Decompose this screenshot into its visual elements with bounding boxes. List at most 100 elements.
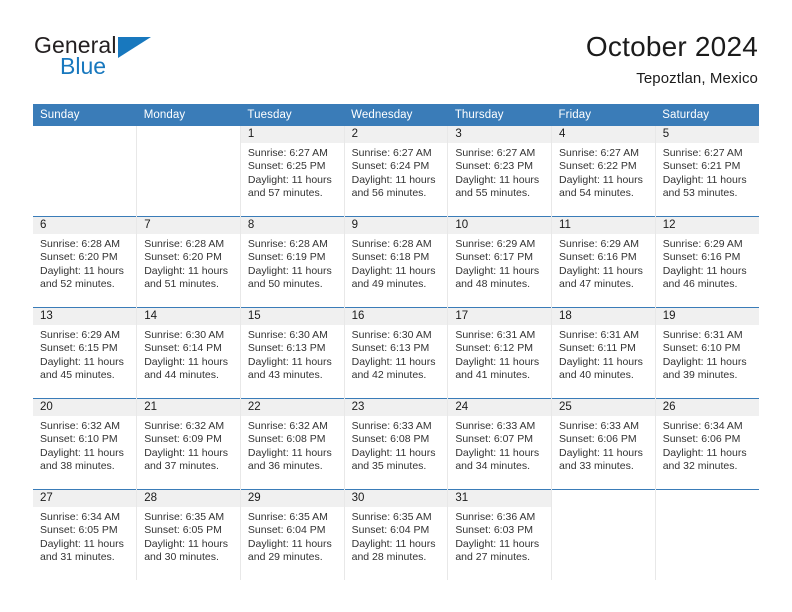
calendar-day-cell[interactable]: 27 Sunrise: 6:34 AM Sunset: 6:05 PM Dayligh… (33, 489, 138, 580)
title-block: October 2024 Tepoztlan, Mexico (586, 28, 758, 90)
day-detail-line: Sunset: 6:04 PM (351, 524, 430, 537)
day-details: Sunrise: 6:33 AM Sunset: 6:08 PM Daylight:… (345, 416, 448, 474)
day-detail-line: Sunset: 6:16 PM (662, 251, 741, 264)
calendar-week-row: 6 Sunrise: 6:28 AM Sunset: 6:20 PM Daylight… (33, 216, 759, 308)
calendar-day-cell[interactable]: 22 Sunrise: 6:32 AM Sunset: 6:08 PM Dayligh… (240, 398, 345, 490)
day-detail-line: Sunset: 6:13 PM (247, 342, 326, 355)
day-details: Sunrise: 6:30 AM Sunset: 6:14 PM Daylight:… (137, 325, 240, 383)
calendar-day-cell[interactable]: 9 Sunrise: 6:28 AM Sunset: 6:18 PM Daylight… (344, 216, 449, 308)
calendar-day-cell[interactable]: 12 Sunrise: 6:29 AM Sunset: 6:16 PM Dayligh… (655, 216, 759, 308)
calendar-empty-cell (655, 489, 759, 580)
day-details: Sunrise: 6:29 AM Sunset: 6:16 PM Daylight:… (656, 234, 759, 292)
day-details: Sunrise: 6:29 AM Sunset: 6:15 PM Daylight:… (33, 325, 136, 383)
triangle-icon (118, 37, 151, 58)
day-detail-line: Sunrise: 6:27 AM (662, 147, 743, 159)
day-detail-line: Sunrise: 6:28 AM (351, 238, 432, 250)
day-details: Sunrise: 6:33 AM Sunset: 6:06 PM Daylight:… (552, 416, 655, 474)
calendar-day-cell[interactable]: 26 Sunrise: 6:34 AM Sunset: 6:06 PM Dayligh… (655, 398, 759, 490)
day-detail-line: Sunset: 6:23 PM (455, 160, 533, 173)
day-detail-line: Sunrise: 6:33 AM (559, 420, 639, 432)
calendar-day-cell[interactable]: 20 Sunrise: 6:32 AM Sunset: 6:10 PM Dayligh… (33, 398, 138, 490)
day-detail-line: Sunset: 6:08 PM (351, 433, 430, 446)
day-detail-line: Sunrise: 6:34 AM (40, 511, 120, 523)
day-details: Sunrise: 6:28 AM Sunset: 6:18 PM Daylight:… (345, 234, 448, 292)
day-detail-line: Daylight: 11 hours (351, 446, 436, 459)
day-detail-line: Sunrise: 6:27 AM (559, 147, 639, 159)
calendar-day-cell[interactable]: 29 Sunrise: 6:35 AM Sunset: 6:04 PM Dayligh… (240, 489, 345, 580)
day-detail-line: Sunrise: 6:27 AM (247, 147, 328, 159)
day-details: Sunrise: 6:33 AM Sunset: 6:07 PM Daylight:… (448, 416, 551, 474)
calendar-day-cell[interactable]: 3 Sunrise: 6:27 AM Sunset: 6:23 PM Daylight… (447, 126, 553, 217)
calendar-day-cell[interactable]: 6 Sunrise: 6:28 AM Sunset: 6:20 PM Daylight… (33, 216, 138, 308)
day-details: Sunrise: 6:29 AM Sunset: 6:17 PM Daylight:… (448, 234, 551, 292)
calendar-day-cell[interactable]: 25 Sunrise: 6:33 AM Sunset: 6:06 PM Dayligh… (551, 398, 656, 490)
day-detail-line: Sunset: 6:20 PM (144, 251, 222, 264)
day-detail-line: Sunset: 6:10 PM (40, 433, 118, 446)
calendar-day-cell[interactable]: 23 Sunrise: 6:33 AM Sunset: 6:08 PM Dayligh… (344, 398, 449, 490)
day-detail-line: Daylight: 11 hours (144, 355, 229, 368)
calendar-day-cell[interactable]: 19 Sunrise: 6:31 AM Sunset: 6:10 PM Dayligh… (655, 307, 759, 399)
day-number: 26 (655, 399, 759, 416)
day-detail-line: Sunset: 6:11 PM (559, 342, 636, 355)
day-detail-line: and 48 minutes. (455, 278, 531, 291)
day-number: 11 (552, 217, 655, 234)
day-details: Sunrise: 6:32 AM Sunset: 6:08 PM Daylight:… (241, 416, 344, 474)
day-details: Sunrise: 6:27 AM Sunset: 6:24 PM Daylight:… (345, 143, 448, 201)
weekday-header-wednesday: Wednesday (344, 104, 448, 126)
day-number (33, 126, 137, 143)
calendar-day-cell[interactable]: 16 Sunrise: 6:30 AM Sunset: 6:13 PM Dayligh… (344, 307, 449, 399)
day-number: 25 (552, 399, 655, 416)
calendar-body: 1 Sunrise: 6:27 AM Sunset: 6:25 PM Daylight… (33, 126, 759, 580)
day-detail-line: Sunset: 6:22 PM (559, 160, 637, 173)
day-details: Sunrise: 6:27 AM Sunset: 6:23 PM Daylight:… (448, 143, 551, 201)
calendar-day-cell[interactable]: 7 Sunrise: 6:28 AM Sunset: 6:20 PM Daylight… (136, 216, 241, 308)
day-detail-line: and 57 minutes. (247, 187, 323, 200)
calendar-day-cell[interactable]: 10 Sunrise: 6:29 AM Sunset: 6:17 PM Dayligh… (447, 216, 553, 308)
day-details: Sunrise: 6:28 AM Sunset: 6:20 PM Daylight:… (33, 234, 136, 292)
day-details: Sunrise: 6:27 AM Sunset: 6:25 PM Daylight:… (241, 143, 344, 201)
day-detail-line: Sunset: 6:06 PM (662, 433, 741, 446)
day-number: 13 (33, 308, 137, 325)
day-detail-line: and 44 minutes. (144, 369, 219, 382)
day-detail-line: Sunset: 6:04 PM (247, 524, 326, 537)
calendar-day-cell[interactable]: 24 Sunrise: 6:33 AM Sunset: 6:07 PM Dayligh… (447, 398, 553, 490)
brand-logo[interactable]: General Blue (34, 28, 154, 84)
day-detail-line: Sunset: 6:20 PM (40, 251, 118, 264)
day-detail-line: Sunrise: 6:29 AM (40, 329, 120, 341)
day-detail-line: Sunset: 6:06 PM (559, 433, 637, 446)
day-detail-line: Sunrise: 6:34 AM (662, 420, 743, 432)
day-detail-line: Daylight: 11 hours (351, 264, 436, 277)
day-detail-line: Sunrise: 6:33 AM (455, 420, 536, 432)
calendar-day-cell[interactable]: 5 Sunrise: 6:27 AM Sunset: 6:21 PM Daylight… (655, 126, 759, 217)
calendar-day-cell[interactable]: 11 Sunrise: 6:29 AM Sunset: 6:16 PM Dayligh… (551, 216, 656, 308)
day-detail-line: Sunrise: 6:30 AM (247, 329, 328, 341)
day-detail-line: Daylight: 11 hours (144, 264, 229, 277)
calendar-day-cell[interactable]: 13 Sunrise: 6:29 AM Sunset: 6:15 PM Dayligh… (33, 307, 138, 399)
day-number: 21 (137, 399, 240, 416)
day-number: 16 (344, 308, 448, 325)
calendar-day-cell[interactable]: 8 Sunrise: 6:28 AM Sunset: 6:19 PM Daylight… (240, 216, 345, 308)
calendar-day-cell[interactable]: 15 Sunrise: 6:30 AM Sunset: 6:13 PM Dayligh… (240, 307, 345, 399)
day-details: Sunrise: 6:34 AM Sunset: 6:06 PM Daylight:… (656, 416, 759, 474)
day-detail-line: and 34 minutes. (455, 460, 531, 473)
calendar-day-cell[interactable]: 30 Sunrise: 6:35 AM Sunset: 6:04 PM Dayligh… (344, 489, 449, 580)
calendar-day-cell[interactable]: 1 Sunrise: 6:27 AM Sunset: 6:25 PM Daylight… (240, 126, 345, 217)
calendar-day-cell[interactable]: 17 Sunrise: 6:31 AM Sunset: 6:12 PM Dayligh… (447, 307, 553, 399)
day-detail-line: Daylight: 11 hours (40, 264, 124, 277)
day-details: Sunrise: 6:36 AM Sunset: 6:03 PM Daylight:… (448, 507, 551, 565)
calendar-day-cell[interactable]: 14 Sunrise: 6:30 AM Sunset: 6:14 PM Dayligh… (136, 307, 241, 399)
day-detail-line: Daylight: 11 hours (247, 446, 332, 459)
day-number: 4 (552, 126, 655, 143)
day-detail-line: Sunrise: 6:36 AM (455, 511, 536, 523)
calendar-day-cell[interactable]: 4 Sunrise: 6:27 AM Sunset: 6:22 PM Daylight… (551, 126, 656, 217)
calendar-day-cell[interactable]: 2 Sunrise: 6:27 AM Sunset: 6:24 PM Daylight… (344, 126, 449, 217)
day-detail-line: Sunrise: 6:35 AM (351, 511, 432, 523)
day-detail-line: and 54 minutes. (559, 187, 634, 200)
calendar-day-cell[interactable]: 18 Sunrise: 6:31 AM Sunset: 6:11 PM Dayligh… (551, 307, 656, 399)
day-details: Sunrise: 6:32 AM Sunset: 6:10 PM Daylight:… (33, 416, 136, 474)
calendar-day-cell[interactable]: 21 Sunrise: 6:32 AM Sunset: 6:09 PM Dayligh… (136, 398, 241, 490)
calendar-day-cell[interactable]: 28 Sunrise: 6:35 AM Sunset: 6:05 PM Dayligh… (136, 489, 241, 580)
calendar-day-cell[interactable]: 31 Sunrise: 6:36 AM Sunset: 6:03 PM Dayligh… (447, 489, 553, 580)
day-number: 28 (137, 490, 240, 507)
day-detail-line: Sunset: 6:12 PM (455, 342, 533, 355)
